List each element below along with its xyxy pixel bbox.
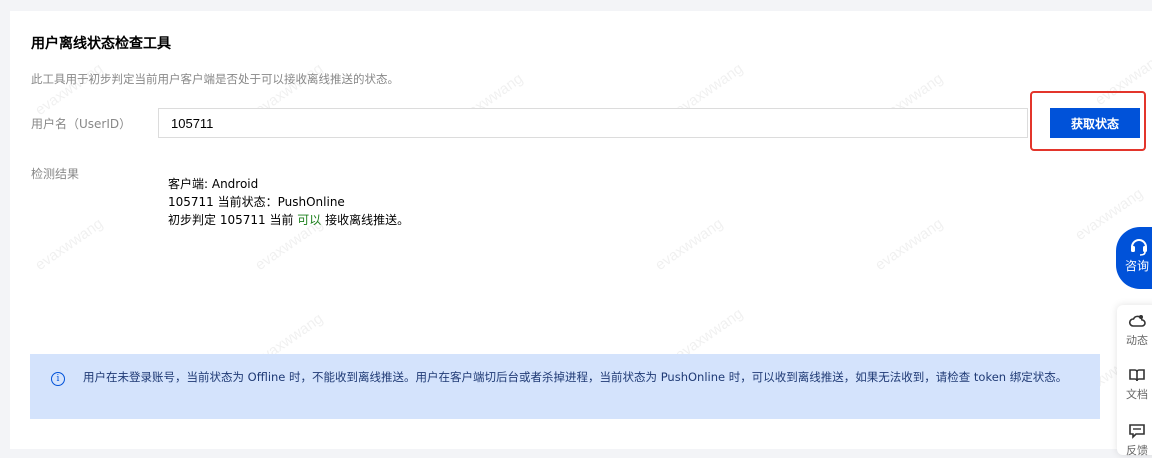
userid-input[interactable]: [158, 108, 1028, 138]
result-content: 客户端: Android 105711 当前状态：PushOnline 初步判定…: [168, 175, 409, 229]
result-label: 检测结果: [31, 167, 80, 181]
result-judgement-prefix: 初步判定 105711 当前: [168, 213, 298, 227]
tool-docs-label: 文档: [1126, 388, 1148, 401]
main-panel: evaxwwang evaxwwang evaxwwang evaxwwang …: [10, 11, 1152, 449]
side-toolbar: 动态 文档 反馈: [1117, 305, 1152, 458]
result-judgement-suffix: 接收离线推送。: [321, 213, 410, 227]
headset-icon: [1131, 239, 1147, 256]
tool-news[interactable]: 动态: [1117, 313, 1152, 348]
notice-text: 用户在未登录账号，当前状态为 Offline 时，不能收到离线推送。用户在客户端…: [83, 370, 1068, 384]
fetch-status-button[interactable]: 获取状态: [1050, 108, 1140, 138]
tool-feedback-label: 反馈: [1126, 444, 1148, 457]
result-judgement: 初步判定 105711 当前 可以 接收离线推送。: [168, 211, 409, 229]
tool-news-label: 动态: [1126, 334, 1148, 347]
watermark: evaxwwang: [872, 215, 947, 274]
consult-label: 咨询: [1124, 259, 1149, 273]
tool-feedback[interactable]: 反馈: [1117, 423, 1152, 458]
watermark: evaxwwang: [652, 215, 727, 274]
feedback-icon: [1129, 424, 1145, 439]
watermark: evaxwwang: [32, 215, 107, 274]
result-status: 105711 当前状态：PushOnline: [168, 195, 345, 209]
userid-label: 用户名（UserID）: [31, 117, 132, 131]
result-client: 客户端: Android: [168, 177, 259, 191]
info-icon: i: [51, 372, 65, 386]
result-judgement-status: 可以: [297, 213, 322, 227]
consult-button[interactable]: 咨询: [1116, 227, 1152, 289]
page-description: 此工具用于初步判定当前用户客户端是否处于可以接收离线推送的状态。: [31, 72, 399, 86]
watermark: evaxwwang: [32, 60, 107, 119]
book-icon: [1129, 369, 1145, 382]
page-title: 用户离线状态检查工具: [31, 36, 171, 52]
cloud-icon: [1128, 315, 1146, 327]
tool-docs[interactable]: 文档: [1117, 367, 1152, 402]
info-notice: i 用户在未登录账号，当前状态为 Offline 时，不能收到离线推送。用户在客…: [30, 354, 1100, 419]
